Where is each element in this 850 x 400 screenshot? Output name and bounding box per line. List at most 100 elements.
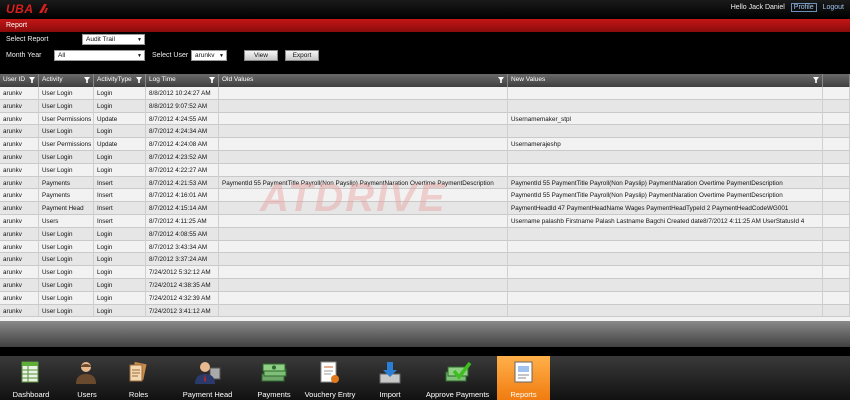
filter-icon[interactable]	[29, 77, 35, 83]
table-row[interactable]: arunkv User Login Login 7/24/2012 5:32:12 A…	[0, 266, 850, 279]
header-col-old-values[interactable]: Old Values	[219, 74, 508, 87]
table-row[interactable]: arunkv User Login Login 7/24/2012 3:41:12 A…	[0, 304, 850, 318]
table-row[interactable]: arunkv User Permissions Update 8/7/2012 4:2…	[0, 138, 850, 151]
header-col-user-id[interactable]: User ID	[0, 74, 39, 87]
cell-user-id: arunkv	[0, 138, 39, 151]
dock-item-users[interactable]: Users	[62, 356, 112, 400]
cell-log-time: 8/7/2012 4:16:01 AM	[146, 189, 219, 203]
dock-label: Dashboard	[12, 390, 50, 399]
table-row[interactable]: arunkv User Login Login 8/7/2012 4:24:34 AM	[0, 125, 850, 139]
navigation-dock: Dashboard Users Roles Payment Head Payments V…	[0, 356, 850, 400]
cell-activity: Payments	[39, 189, 94, 203]
dock-item-reports[interactable]: Reports	[497, 356, 550, 400]
cell-activity: User Login	[39, 125, 94, 139]
cell-activity: User Login	[39, 163, 94, 177]
cell-spacer	[823, 279, 850, 292]
approve-money-icon	[445, 361, 471, 382]
cell-user-id: arunkv	[0, 99, 39, 113]
filter-icon[interactable]	[84, 77, 90, 83]
cell-old-values	[219, 87, 508, 100]
cell-old-values	[219, 291, 508, 305]
spreadsheet-icon	[21, 361, 39, 383]
header-col-activity-type[interactable]: ActivityType	[94, 74, 146, 87]
header-col-log-time[interactable]: Log Time	[146, 74, 219, 87]
table-row[interactable]: arunkv User Login Login 8/7/2012 4:23:52 AM	[0, 151, 850, 164]
cell-activity-type: Update	[94, 138, 146, 151]
month-year-select[interactable]: All ▼	[54, 50, 145, 61]
user-select[interactable]: arunkv ▼	[191, 50, 227, 61]
report-select[interactable]: Audit Trail ▼	[82, 34, 145, 45]
dock-item-payments[interactable]: Payments	[250, 356, 298, 400]
cell-activity-type: Login	[94, 227, 146, 241]
table-row[interactable]: arunkv User Login Login 7/24/2012 4:38:35 A…	[0, 279, 850, 292]
cell-spacer	[823, 253, 850, 267]
cell-log-time: 8/7/2012 4:22:27 AM	[146, 163, 219, 177]
dock-item-approve-payments[interactable]: Approve Payments	[418, 356, 497, 400]
table-row[interactable]: arunkv User Login Login 8/8/2012 10:24:27 A…	[0, 87, 850, 100]
cell-log-time: 7/24/2012 3:41:12 AM	[146, 304, 219, 318]
table-row[interactable]: arunkv Payments Insert 8/7/2012 4:21:53 AM P…	[0, 176, 850, 190]
logout-link[interactable]: Logout	[823, 4, 844, 11]
cell-activity-type: Login	[94, 266, 146, 279]
cell-spacer	[823, 304, 850, 318]
header-col-new-values[interactable]: New Values	[508, 74, 823, 87]
cell-log-time: 8/7/2012 4:24:34 AM	[146, 125, 219, 139]
header-col-activity[interactable]: Activity	[39, 74, 94, 87]
dock-item-import[interactable]: Import	[362, 356, 418, 400]
table-row[interactable]: arunkv User Permissions Update 8/7/2012 4:2…	[0, 112, 850, 126]
audit-trail-grid: User ID Activity ActivityType Log Time Old V…	[0, 74, 850, 321]
header-label: Log Time	[149, 76, 176, 83]
dock-label: Vouchery Entry	[304, 390, 356, 399]
footer-band	[0, 321, 850, 347]
dock-item-roles[interactable]: Roles	[112, 356, 165, 400]
month-year-label: Month Year	[6, 52, 42, 59]
cell-spacer	[823, 176, 850, 190]
cell-log-time: 8/8/2012 9:07:52 AM	[146, 99, 219, 113]
dock-item-dashboard[interactable]: Dashboard	[0, 356, 62, 400]
header-label: Old Values	[222, 76, 254, 83]
table-row[interactable]: arunkv Payments Insert 8/7/2012 4:16:01 AM P…	[0, 189, 850, 203]
select-report-label: Select Report	[6, 36, 49, 43]
cell-activity-type: Login	[94, 253, 146, 267]
export-button[interactable]: Export	[285, 50, 319, 61]
report-select-value: Audit Trail	[86, 36, 115, 43]
import-icon	[379, 362, 401, 384]
cell-activity-type: Insert	[94, 176, 146, 190]
table-row[interactable]: arunkv User Login Login 8/7/2012 4:08:55 AM	[0, 227, 850, 241]
cell-log-time: 8/7/2012 4:11:25 AM	[146, 215, 219, 228]
filter-icon[interactable]	[498, 77, 504, 83]
table-row[interactable]: arunkv Payment Head Insert 8/7/2012 4:15:14…	[0, 202, 850, 215]
filter-icon[interactable]	[136, 77, 142, 83]
filter-icon[interactable]	[813, 77, 819, 83]
cell-old-values	[219, 99, 508, 113]
logo-mark-icon	[39, 4, 48, 13]
cell-activity-type: Update	[94, 112, 146, 126]
dock-label: Roles	[128, 390, 149, 399]
table-row[interactable]: arunkv Users Insert 8/7/2012 4:11:25 AM User…	[0, 215, 850, 228]
month-year-select-value: All	[58, 52, 66, 59]
table-row[interactable]: arunkv User Login Login 8/7/2012 3:43:34 AM	[0, 240, 850, 254]
view-button[interactable]: View	[244, 50, 278, 61]
cell-new-values: Usernamemaker_stpl	[508, 112, 823, 126]
cell-user-id: arunkv	[0, 189, 39, 203]
table-row[interactable]: arunkv User Login Login 7/24/2012 4:32:39 A…	[0, 291, 850, 305]
cell-log-time: 8/7/2012 4:15:14 AM	[146, 202, 219, 215]
dock-label: Import	[379, 390, 401, 399]
cell-old-values	[219, 240, 508, 254]
table-row[interactable]: arunkv User Login Login 8/7/2012 3:37:24 AM	[0, 253, 850, 267]
table-row[interactable]: arunkv User Login Login 8/7/2012 4:22:27 AM	[0, 163, 850, 177]
cell-old-values	[219, 125, 508, 139]
dock-item-payment-head[interactable]: Payment Head	[165, 356, 250, 400]
filter-icon[interactable]	[209, 77, 215, 83]
table-row[interactable]: arunkv User Login Login 8/8/2012 9:07:52 AM	[0, 99, 850, 113]
cell-user-id: arunkv	[0, 279, 39, 292]
cell-new-values: Username palashb Firstname Palash Lastna…	[508, 215, 823, 228]
dock-item-vouchery-entry[interactable]: Vouchery Entry	[298, 356, 362, 400]
cell-activity: User Login	[39, 99, 94, 113]
cell-old-values	[219, 215, 508, 228]
cell-activity: Users	[39, 215, 94, 228]
profile-link[interactable]: Profile	[790, 3, 817, 12]
report-icon	[514, 361, 532, 383]
header-label: New Values	[511, 76, 546, 83]
cell-log-time: 7/24/2012 4:38:35 AM	[146, 279, 219, 292]
